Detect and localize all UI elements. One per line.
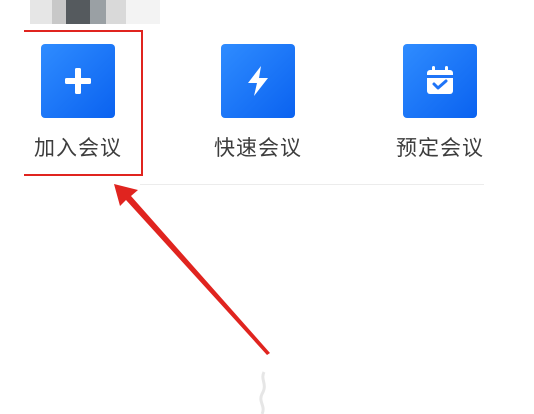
annotation-arrow — [114, 184, 270, 355]
faint-loading-mark — [259, 371, 266, 414]
